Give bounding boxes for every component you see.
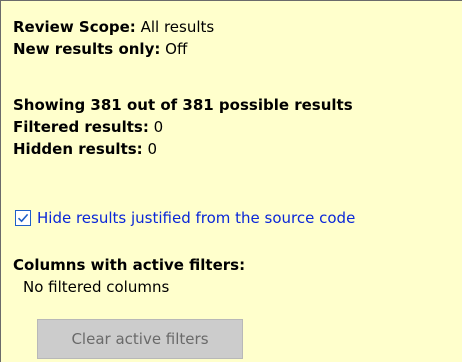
filtered-results-line: Filtered results: 0 [13,117,163,137]
review-scope-panel: Review Scope: All results New results on… [0,0,462,362]
checkmark-icon [17,213,29,223]
review-scope-value: All results [140,18,215,36]
hidden-results-line: Hidden results: 0 [13,139,157,159]
hide-justified-label[interactable]: Hide results justified from the source c… [37,208,355,228]
hidden-results-label: Hidden results: [13,140,143,158]
filtered-results-label: Filtered results: [13,118,149,136]
hide-justified-checkbox-row[interactable]: Hide results justified from the source c… [15,207,355,229]
review-scope-line: Review Scope: All results [13,17,214,37]
clear-active-filters-button[interactable]: Clear active filters [37,319,243,359]
new-results-line: New results only: Off [13,39,187,59]
showing-results-text: Showing 381 out of 381 possible results [13,96,353,114]
hidden-results-value: 0 [147,140,157,158]
review-scope-label: Review Scope: [13,18,136,36]
filtered-results-value: 0 [153,118,164,136]
columns-filters-heading: Columns with active filters: [13,256,246,274]
new-results-label: New results only: [13,40,161,58]
columns-filters-status: No filtered columns [23,278,170,296]
new-results-value: Off [165,40,188,58]
hide-justified-checkbox[interactable] [15,210,31,226]
